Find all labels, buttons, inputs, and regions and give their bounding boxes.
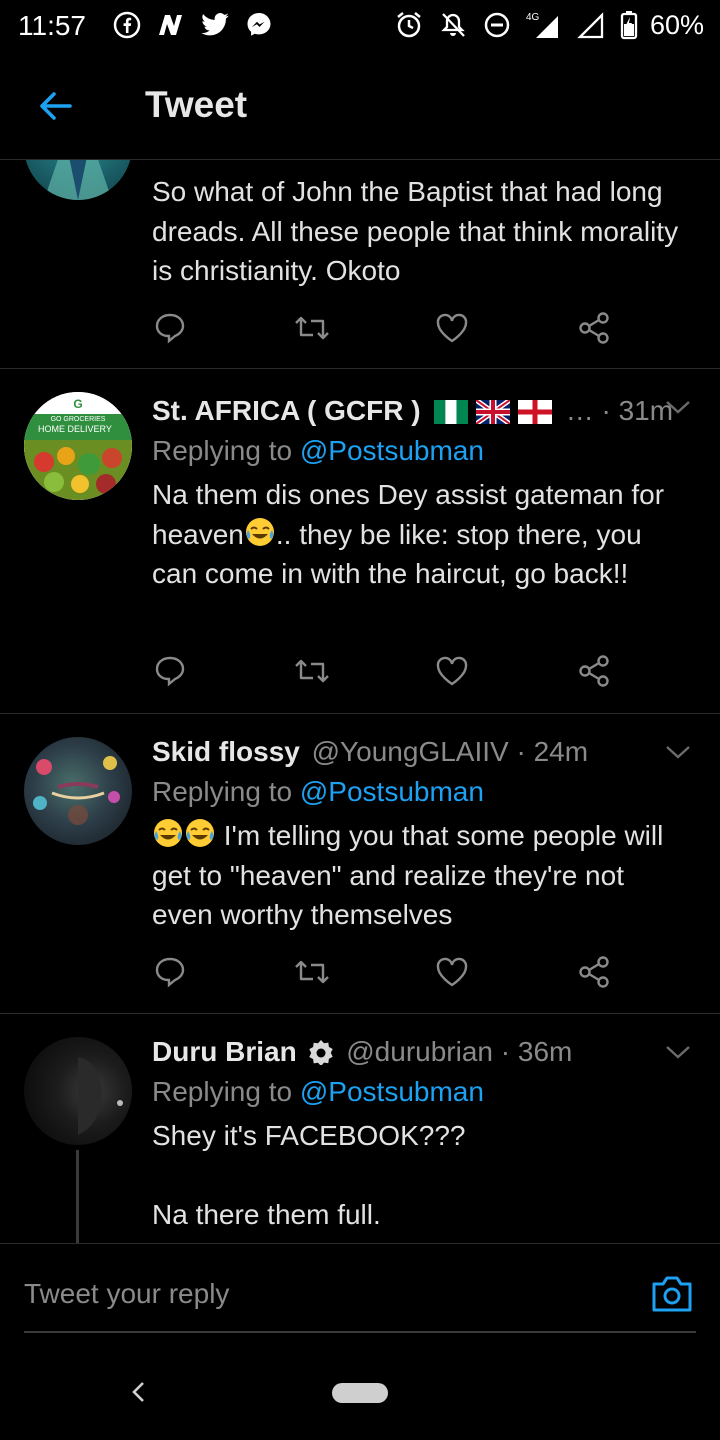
reply-icon[interactable] [152, 653, 192, 693]
tweet-text-part: I'm telling you that some people will ge… [152, 820, 664, 930]
replying-label: Replying to [152, 435, 293, 466]
dnd-icon [480, 8, 514, 42]
tweet-body: So what of John the Baptist that had lon… [152, 172, 692, 291]
app-header: Tweet [0, 52, 720, 160]
display-name[interactable]: Skid flossy [152, 736, 300, 767]
tears-of-joy-emoji-icon [184, 817, 216, 849]
tears-of-joy-emoji-icon [244, 516, 276, 548]
tweet-actions [152, 653, 622, 693]
signal-icon [574, 8, 608, 42]
svg-text:GO GROCERIES: GO GROCERIES [51, 416, 106, 423]
twitter-icon [198, 8, 232, 42]
tweet-reply-okoto[interactable]: So what of John the Baptist that had lon… [0, 160, 720, 369]
chevron-down-icon[interactable] [664, 742, 692, 762]
replies-feed[interactable]: So what of John the Baptist that had lon… [0, 160, 720, 1243]
svg-text:HOME DELIVERY: HOME DELIVERY [38, 424, 112, 434]
tweet-reply-duru-brian[interactable]: Duru Brian @durubrian · 36m Replying to … [0, 1014, 720, 1243]
mute-icon [436, 8, 470, 42]
reply-underline [24, 1331, 696, 1333]
mention-link[interactable]: @Postsubman [300, 1076, 484, 1107]
news-icon [154, 8, 188, 42]
timestamp: · 36m [500, 1036, 573, 1067]
tweet-meta: Duru Brian @durubrian · 36m [152, 1032, 692, 1072]
mention-link[interactable]: @Postsubman [300, 435, 484, 466]
flag-nigeria-icon [434, 395, 469, 435]
tweet-text: I'm telling you that some people will ge… [152, 816, 692, 935]
tweet-text-line: Shey it's FACEBOOK??? [152, 1120, 466, 1151]
tweet-text-line: Na there them full. [152, 1198, 381, 1230]
svg-text:G: G [73, 397, 82, 411]
status-bar: 11:57 4G 60% [0, 0, 720, 52]
tweet-actions [152, 954, 622, 994]
handle: … [565, 395, 594, 426]
system-nav-bar [0, 1345, 720, 1440]
timestamp: · 31m [601, 395, 674, 426]
avatar[interactable]: G GO GROCERIES HOME DELIVERY [24, 392, 132, 500]
nav-back-icon[interactable] [126, 1379, 152, 1405]
nav-home-pill[interactable] [332, 1383, 388, 1403]
tweet-text: Shey it's FACEBOOK??? Na there them full… [152, 1116, 692, 1234]
like-icon[interactable] [434, 954, 474, 994]
svg-text:4G: 4G [526, 12, 540, 23]
tweet-body: Skid flossy @YoungGLAIIV · 24m Replying … [152, 732, 692, 935]
tweet-meta: St. AFRICA ( GCFR ) … · 31m [152, 391, 692, 431]
alarm-icon [392, 8, 426, 42]
replying-to: Replying to @Postsubman [152, 431, 692, 471]
battery-icon [618, 8, 640, 42]
status-time: 11:57 [18, 10, 86, 41]
retweet-icon[interactable] [292, 653, 332, 693]
share-icon[interactable] [576, 653, 616, 693]
camera-icon[interactable] [650, 1274, 694, 1318]
chevron-down-icon[interactable] [664, 1042, 692, 1062]
flag-uk-icon [474, 395, 512, 435]
retweet-icon[interactable] [292, 954, 332, 994]
share-icon[interactable] [576, 954, 616, 994]
tweet-text: So what of John the Baptist that had lon… [152, 176, 679, 286]
retweet-icon[interactable] [292, 310, 332, 350]
tweet-reply-st-africa[interactable]: G GO GROCERIES HOME DELIVERY St. AFRICA … [0, 369, 720, 714]
back-arrow-icon[interactable] [34, 84, 78, 128]
reply-composer: Tweet your reply [0, 1243, 720, 1333]
avatar[interactable] [24, 160, 132, 200]
thread-line [76, 1150, 79, 1243]
handle: @durubrian [346, 1036, 493, 1067]
facebook-icon [110, 8, 144, 42]
avatar[interactable] [24, 1037, 132, 1145]
display-name[interactable]: Duru Brian [152, 1036, 297, 1067]
signal-4g-icon: 4G [524, 8, 564, 42]
system-icons: 4G 60% [392, 8, 704, 42]
tweet-text: Na them dis ones Dey assist gateman for … [152, 475, 692, 594]
replying-label: Replying to [152, 776, 293, 807]
handle: @YoungGLAIIV [311, 736, 509, 767]
messenger-icon [242, 8, 276, 42]
like-icon[interactable] [434, 653, 474, 693]
like-icon[interactable] [434, 310, 474, 350]
page-title: Tweet [145, 84, 248, 125]
tweet-meta: Skid flossy @YoungGLAIIV · 24m [152, 732, 692, 772]
tears-of-joy-emoji-icon [152, 817, 184, 849]
mention-link[interactable]: @Postsubman [300, 776, 484, 807]
display-name[interactable]: St. AFRICA ( GCFR ) [152, 395, 421, 426]
tweet-body: Duru Brian @durubrian · 36m Replying to … [152, 1032, 692, 1234]
battery-percent: 60% [649, 9, 704, 40]
chevron-down-icon[interactable] [664, 397, 692, 417]
reply-icon[interactable] [152, 954, 192, 994]
timestamp: · 24m [516, 736, 589, 767]
reply-input[interactable]: Tweet your reply [24, 1278, 229, 1310]
tweet-actions [152, 310, 622, 350]
share-icon[interactable] [576, 310, 616, 350]
avatar[interactable] [24, 737, 132, 845]
tweet-reply-skid-flossy[interactable]: Skid flossy @YoungGLAIIV · 24m Replying … [0, 714, 720, 1014]
notification-icons [110, 8, 276, 42]
replying-to: Replying to @Postsubman [152, 1072, 692, 1112]
tweet-body: St. AFRICA ( GCFR ) … · 31m Replying to … [152, 391, 692, 594]
settings-badge-icon [308, 1036, 334, 1066]
replying-to: Replying to @Postsubman [152, 772, 692, 812]
reply-icon[interactable] [152, 310, 192, 350]
flag-england-icon [517, 395, 552, 435]
replying-label: Replying to [152, 1076, 293, 1107]
